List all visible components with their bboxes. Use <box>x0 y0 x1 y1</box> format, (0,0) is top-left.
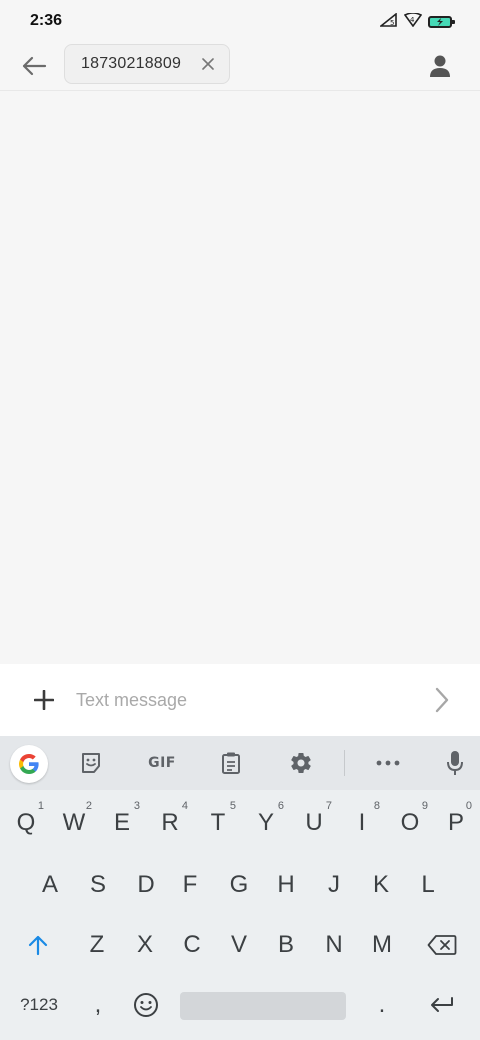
key-row-3: Z X C V B N M <box>0 916 480 974</box>
plus-icon <box>34 690 54 710</box>
comma-key[interactable]: , <box>74 976 122 1034</box>
voice-input-button[interactable] <box>438 747 472 779</box>
gif-label: GIF <box>148 755 176 771</box>
key-n[interactable]: N <box>310 916 358 974</box>
conversation-header: 18730218809 <box>0 42 480 91</box>
enter-icon <box>431 997 453 1012</box>
back-button[interactable] <box>18 50 50 82</box>
person-icon <box>430 55 450 77</box>
toolbar-divider <box>344 750 345 776</box>
clipboard-button[interactable] <box>214 747 248 779</box>
key-i[interactable]: 8I <box>338 794 386 852</box>
message-input[interactable] <box>76 684 416 716</box>
shift-arrow-icon <box>28 935 48 956</box>
key-j[interactable]: J <box>310 856 358 914</box>
key-c[interactable]: C <box>168 916 216 974</box>
status-icons: 5 4 <box>378 11 455 32</box>
key-p[interactable]: 0P <box>434 794 478 852</box>
enter-key[interactable] <box>416 976 468 1034</box>
back-arrow-icon <box>22 56 47 76</box>
key-o[interactable]: 9O <box>386 794 434 852</box>
chevron-right-icon <box>435 687 449 713</box>
key-a[interactable]: A <box>26 856 74 914</box>
google-button[interactable] <box>10 745 48 783</box>
shift-key[interactable] <box>12 916 64 974</box>
clipboard-icon <box>222 752 240 774</box>
conversation-area <box>0 91 480 663</box>
symbols-key[interactable]: ?123 <box>10 976 68 1034</box>
svg-text:5: 5 <box>390 19 394 27</box>
gif-button[interactable]: GIF <box>140 747 184 779</box>
battery-icon <box>428 16 455 28</box>
key-k[interactable]: K <box>357 856 405 914</box>
key-v[interactable]: V <box>215 916 263 974</box>
send-button[interactable] <box>428 686 456 714</box>
compose-bar <box>0 664 480 736</box>
key-g[interactable]: G <box>215 856 263 914</box>
key-y[interactable]: 6Y <box>242 794 290 852</box>
svg-text:4: 4 <box>410 16 415 24</box>
key-row-2: A S D F G H J K L <box>0 856 480 914</box>
key-row-4: ?123 , . <box>0 976 480 1034</box>
key-u[interactable]: 7U <box>290 794 338 852</box>
key-q[interactable]: 1Q <box>2 794 50 852</box>
keyboard-toolbar: GIF <box>0 736 480 790</box>
google-g-icon <box>19 754 39 774</box>
recipient-chip[interactable]: 18730218809 <box>64 44 230 84</box>
key-b[interactable]: B <box>262 916 310 974</box>
key-x[interactable]: X <box>121 916 169 974</box>
status-bar: 2:36 5 4 <box>0 0 480 42</box>
key-w[interactable]: 2W <box>50 794 98 852</box>
more-button[interactable] <box>371 747 405 779</box>
signal-icon: 5 <box>378 11 398 32</box>
recipient-number: 18730218809 <box>81 55 182 72</box>
backspace-key[interactable] <box>414 916 470 974</box>
key-r[interactable]: 4R <box>146 794 194 852</box>
key-t[interactable]: 5T <box>194 794 242 852</box>
key-e[interactable]: 3E <box>98 794 146 852</box>
close-icon <box>202 58 214 70</box>
period-key[interactable]: . <box>358 976 406 1034</box>
status-time: 2:36 <box>30 12 63 29</box>
emoji-icon <box>134 993 158 1017</box>
more-horizontal-icon <box>376 760 400 766</box>
emoji-key[interactable] <box>122 976 170 1034</box>
backspace-icon <box>427 935 457 955</box>
key-l[interactable]: L <box>404 856 452 914</box>
settings-button[interactable] <box>284 747 318 779</box>
key-d[interactable]: D <box>122 856 170 914</box>
key-z[interactable]: Z <box>73 916 121 974</box>
attach-button[interactable] <box>30 686 58 714</box>
space-bar[interactable] <box>180 992 346 1020</box>
key-s[interactable]: S <box>74 856 122 914</box>
contact-button[interactable] <box>424 50 456 82</box>
remove-recipient-button[interactable] <box>199 55 217 73</box>
sticker-button[interactable] <box>74 747 108 779</box>
gear-icon <box>291 753 311 774</box>
key-row-1: 1Q 2W 3E 4R 5T 6Y 7U 8I 9O 0P <box>0 794 480 852</box>
keyboard: GIF 1Q 2 W 3 E 4 R 5 T 6 Y 7 U 8 I 9 O 0… <box>0 736 480 1040</box>
wifi-icon: 4 <box>403 11 423 32</box>
key-m[interactable]: M <box>358 916 406 974</box>
key-f[interactable]: F <box>166 856 214 914</box>
key-h[interactable]: H <box>262 856 310 914</box>
sticker-icon <box>82 753 100 773</box>
microphone-icon <box>447 751 463 775</box>
